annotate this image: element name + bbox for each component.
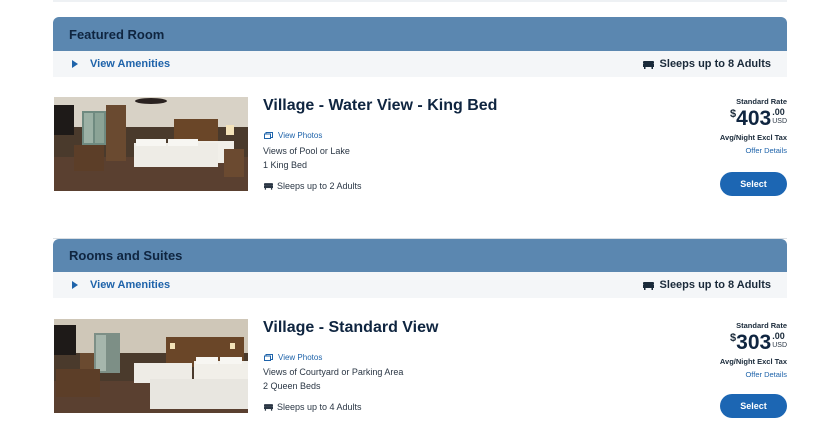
room-bed-detail: 1 King Bed [263,160,308,170]
price-cents: .00 [772,331,785,341]
room-name[interactable]: Village - Water View - King Bed [263,97,497,115]
play-triangle-icon [72,281,78,289]
price-amount: 303 [736,331,772,354]
section-sleeps-info: Sleeps up to 8 Adults [642,279,771,291]
room-photo[interactable] [54,319,248,413]
section-title: Rooms and Suites [69,248,183,263]
room-view-detail: Views of Courtyard or Parking Area [263,367,404,377]
room-bed-detail: 2 Queen Beds [263,381,321,391]
currency-code: USD [772,118,787,125]
view-amenities-label: View Amenities [90,279,171,291]
view-amenities-link[interactable]: View Amenities [72,58,170,70]
amenities-bar: View Amenities Sleeps up to 8 Adults [53,272,787,298]
room-card-standard-view: Village - Standard View View Photos View… [53,319,787,418]
featured-room-header: Featured Room [53,17,787,51]
rooms-suites-header: Rooms and Suites [53,239,787,272]
view-amenities-label: View Amenities [90,58,171,70]
room-sleeps-label: Sleeps up to 2 Adults [277,181,362,191]
view-photos-label: View Photos [278,353,323,362]
rate-label: Standard Rate [736,97,787,106]
avg-night-label: Avg/Night Excl Tax [719,133,787,142]
amenities-bar: View Amenities Sleeps up to 8 Adults [53,51,787,77]
rate-label: Standard Rate [736,321,787,330]
room-sleeps-info: Sleeps up to 2 Adults [264,181,362,191]
avg-night-label: Avg/Night Excl Tax [719,357,787,366]
bed-icon [642,281,654,290]
top-divider [53,0,787,2]
view-photos-label: View Photos [278,131,323,140]
bed-icon [642,60,654,69]
offer-details-link[interactable]: Offer Details [697,146,787,155]
select-button[interactable]: Select [720,172,787,196]
price: $ 303 .00 USD [697,331,787,354]
section-sleeps-label: Sleeps up to 8 Adults [659,58,771,70]
photo-gallery-icon [264,354,273,361]
room-card-water-view: Village - Water View - King Bed View Pho… [53,97,787,196]
select-button[interactable]: Select [720,394,787,418]
section-sleeps-label: Sleeps up to 8 Adults [659,279,771,291]
room-view-detail: Views of Pool or Lake [263,146,350,156]
room-name[interactable]: Village - Standard View [263,319,438,337]
view-amenities-link[interactable]: View Amenities [72,279,170,291]
rooms-suites-section: Rooms and Suites View Amenities Sleeps u… [53,239,787,298]
room-sleeps-label: Sleeps up to 4 Adults [277,402,362,412]
photo-gallery-icon [264,132,273,139]
currency-code: USD [772,342,787,349]
play-triangle-icon [72,60,78,68]
section-sleeps-info: Sleeps up to 8 Adults [642,58,771,70]
price-amount: 403 [736,107,772,130]
view-photos-link[interactable]: View Photos [264,353,322,362]
room-sleeps-info: Sleeps up to 4 Adults [264,402,362,412]
view-photos-link[interactable]: View Photos [264,131,322,140]
price-block: Standard Rate $ 303 .00 USD Avg/Night Ex… [697,321,787,379]
price-cents: .00 [772,107,785,117]
section-title: Featured Room [69,26,165,42]
bed-icon [264,182,273,190]
bed-icon [264,403,273,411]
price-block: Standard Rate $ 403 .00 USD Avg/Night Ex… [697,97,787,155]
room-photo[interactable] [54,97,248,191]
price: $ 403 .00 USD [697,107,787,130]
featured-room-section: Featured Room View Amenities Sleeps up t… [53,17,787,77]
offer-details-link[interactable]: Offer Details [697,370,787,379]
